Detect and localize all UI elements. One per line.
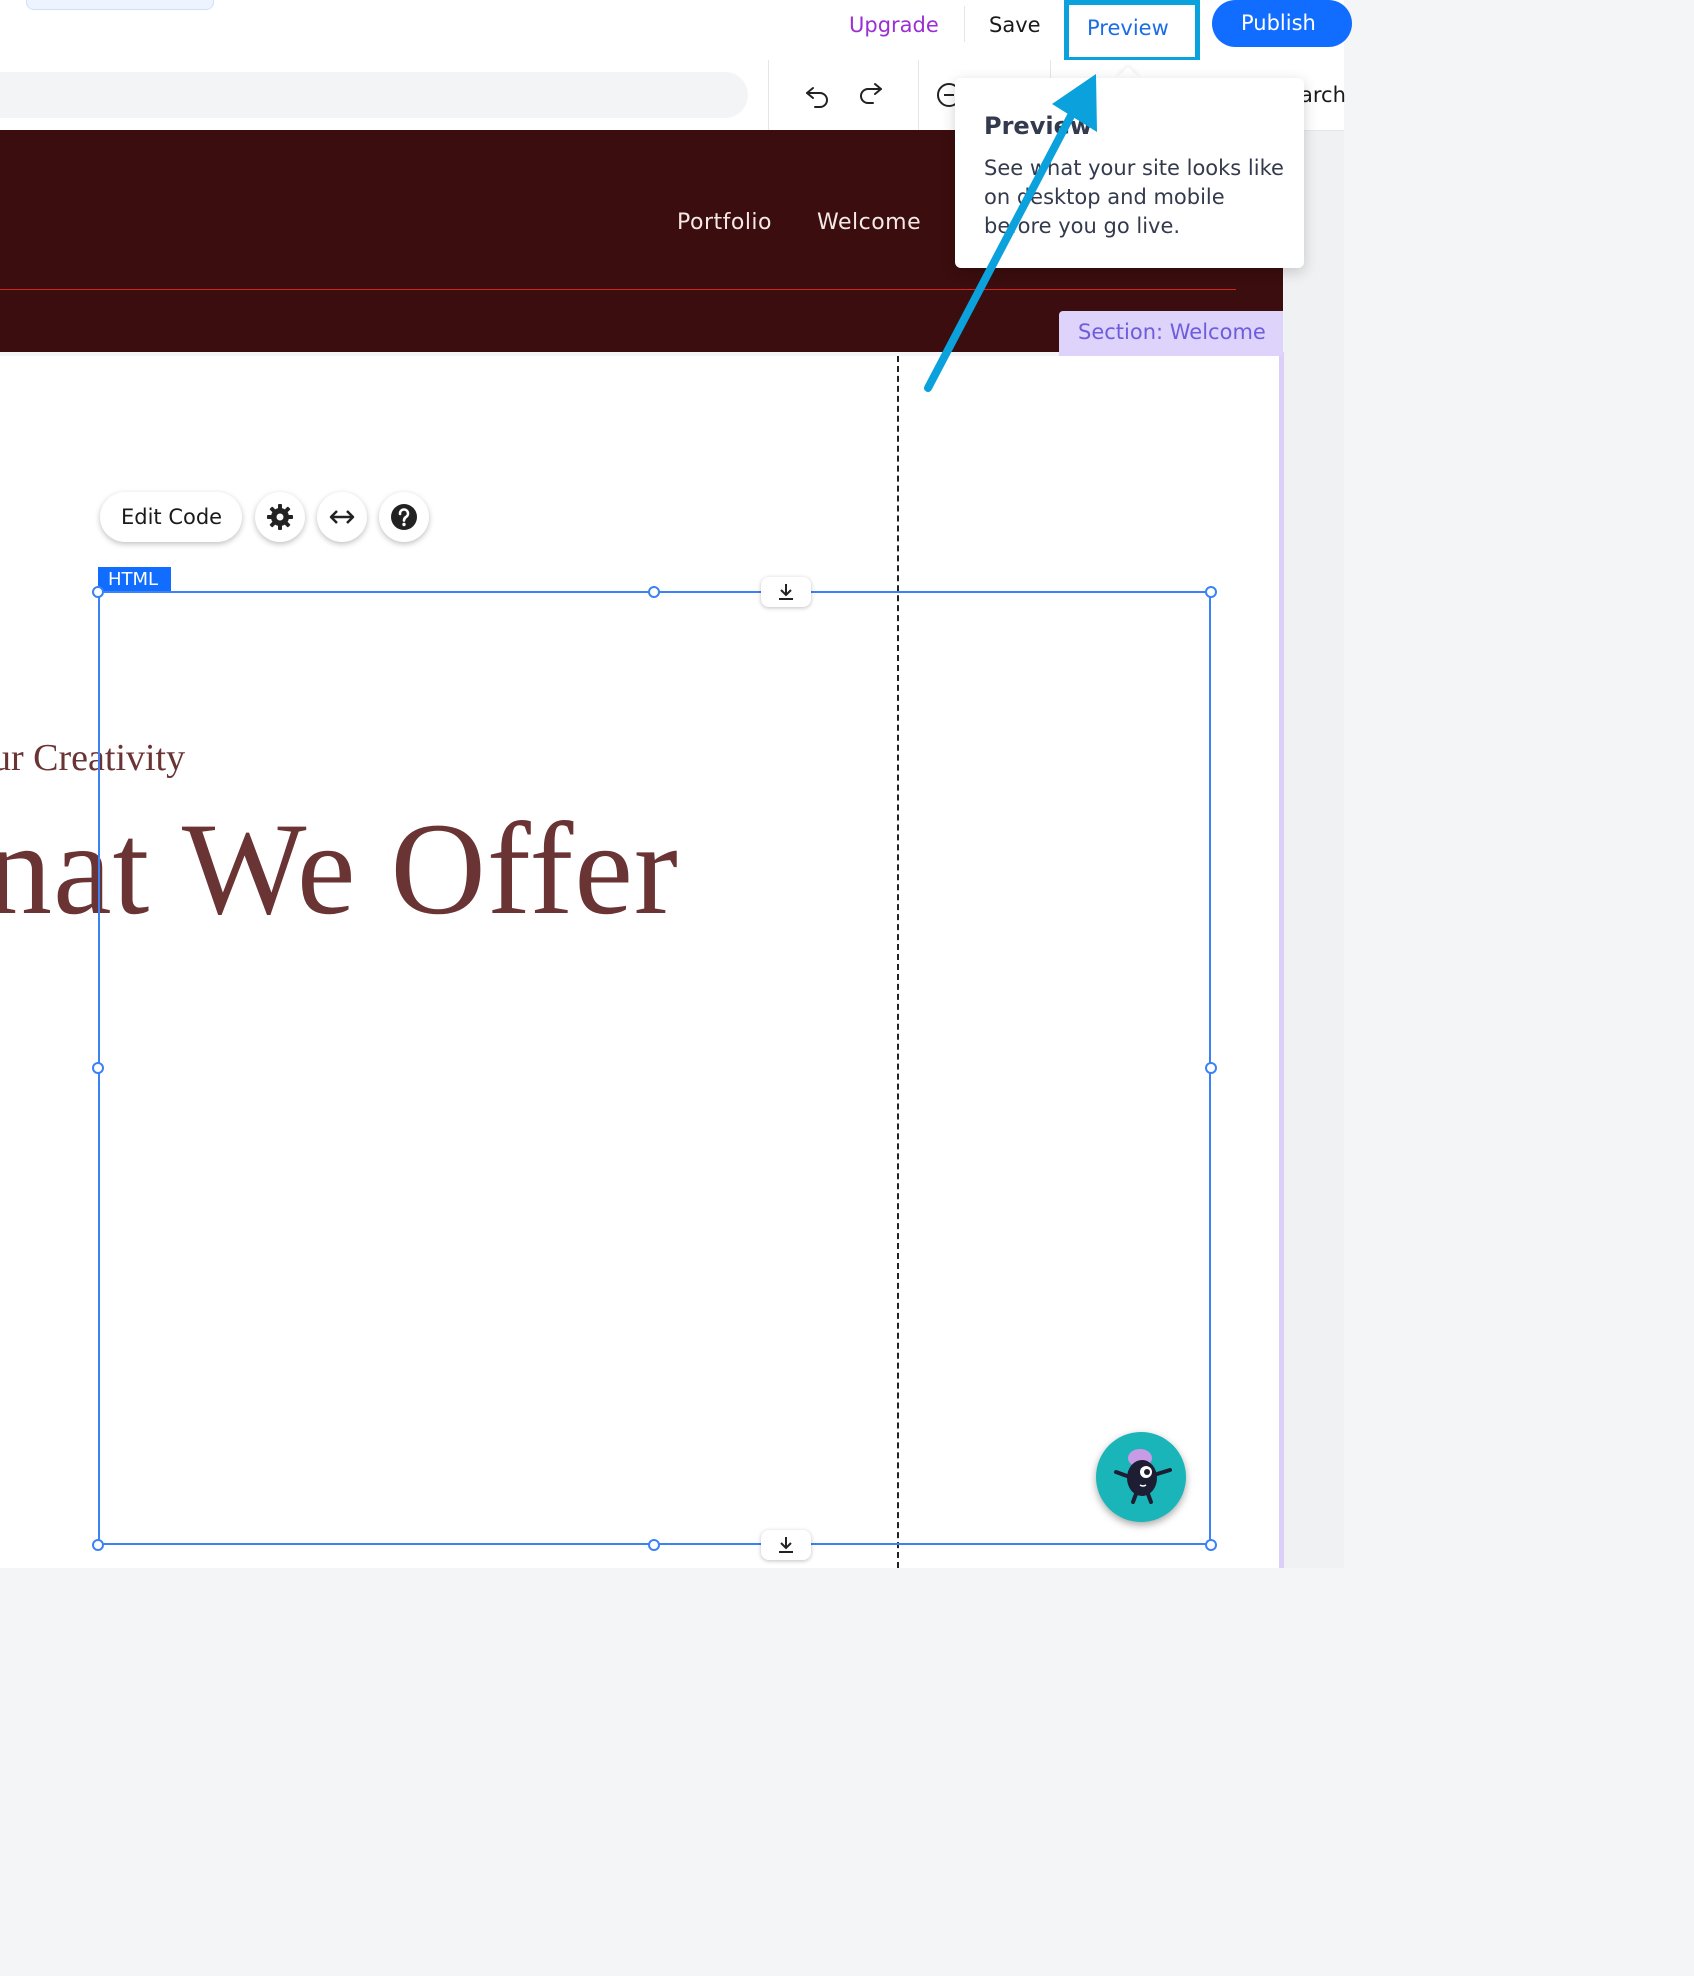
- gear-icon: [267, 504, 293, 530]
- editor-gutter: [1284, 130, 1344, 1568]
- section-border: [1279, 352, 1284, 1568]
- html-element-frame[interactable]: [98, 591, 1211, 1545]
- download-icon: [779, 584, 793, 600]
- mascot-icon: [1114, 1449, 1172, 1504]
- edit-code-label: Edit Code: [121, 505, 223, 529]
- site-url-bar[interactable]: [0, 72, 748, 118]
- undo-icon[interactable]: [803, 80, 833, 110]
- editor-top-bar: Upgrade Save Preview Publish: [0, 0, 1352, 62]
- resize-handle-bottom[interactable]: [648, 1539, 660, 1551]
- assistant-button[interactable]: [1096, 1432, 1186, 1522]
- element-type-label: HTML: [98, 567, 171, 592]
- preview-button-label: Preview: [1087, 16, 1169, 40]
- divider: [768, 60, 769, 130]
- annotation-arrow-icon: [924, 74, 1097, 392]
- redo-icon[interactable]: [855, 80, 885, 110]
- anchor-handle-bottom[interactable]: [761, 1530, 811, 1560]
- resize-handle-right[interactable]: [1205, 1062, 1217, 1074]
- edit-code-button[interactable]: Edit Code: [100, 492, 242, 542]
- resize-handle-bottom-left[interactable]: [92, 1539, 104, 1551]
- settings-button[interactable]: [255, 492, 305, 542]
- upgrade-button[interactable]: Upgrade: [849, 12, 939, 38]
- nav-item-portfolio[interactable]: Portfolio: [677, 210, 772, 235]
- search-button[interactable]: arch: [1300, 83, 1346, 107]
- help-button[interactable]: [379, 492, 429, 542]
- resize-handle-top-right[interactable]: [1205, 586, 1217, 598]
- stretch-button[interactable]: [317, 492, 367, 542]
- download-icon: [779, 1537, 793, 1553]
- element-type-text: HTML: [108, 569, 159, 590]
- resize-handle-top[interactable]: [648, 586, 660, 598]
- help-icon: [391, 504, 417, 530]
- publish-button-label: Publish: [1241, 11, 1316, 35]
- resize-handle-left[interactable]: [92, 1062, 104, 1074]
- preview-button[interactable]: Preview: [1064, 0, 1200, 62]
- publish-button[interactable]: Publish: [1212, 0, 1352, 47]
- anchor-handle-top[interactable]: [761, 577, 811, 607]
- divider: [964, 6, 965, 42]
- resize-handle-top-left[interactable]: [92, 586, 104, 598]
- resize-handle-bottom-right[interactable]: [1205, 1539, 1217, 1551]
- stretch-horizontal-icon: [329, 510, 355, 524]
- top-chip[interactable]: [26, 0, 214, 10]
- save-button[interactable]: Save: [989, 12, 1041, 38]
